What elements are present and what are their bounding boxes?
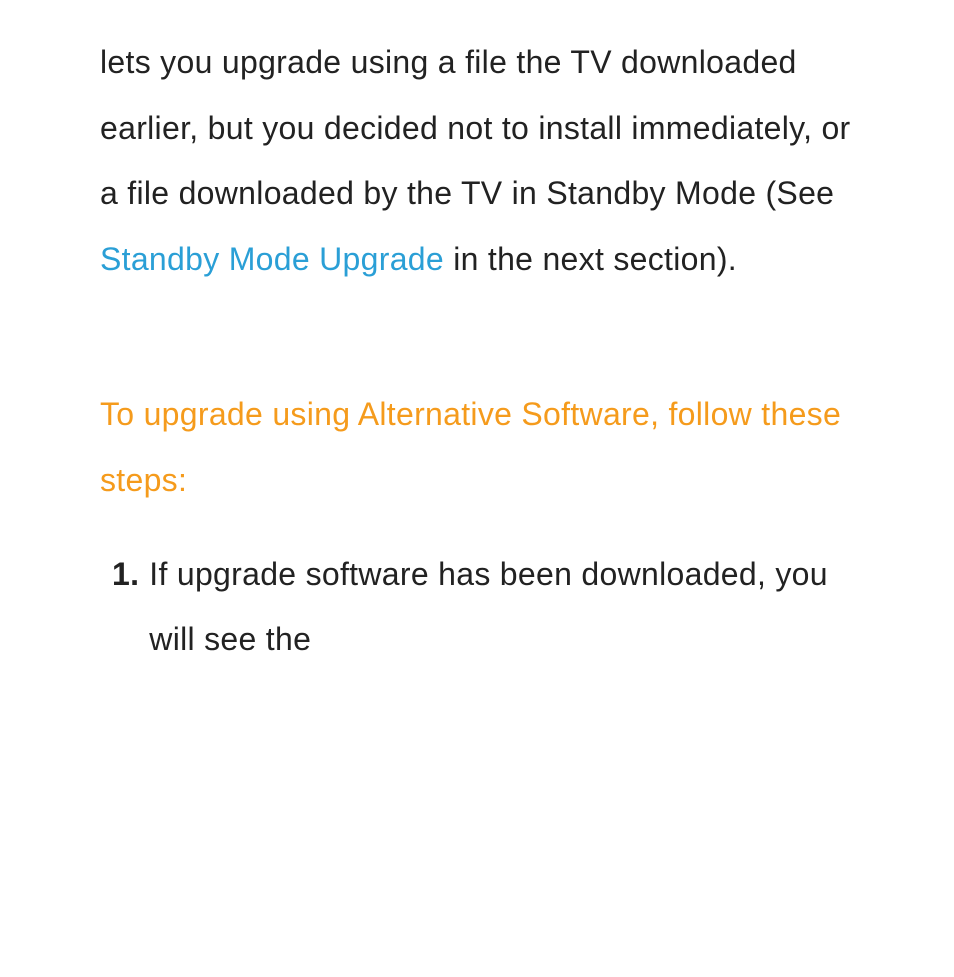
list-number-1: 1. (112, 542, 139, 673)
steps-list: 1. If upgrade software has been download… (100, 542, 854, 673)
list-item: 1. If upgrade software has been download… (112, 542, 854, 673)
standby-mode-upgrade-link[interactable]: Standby Mode Upgrade (100, 241, 444, 277)
intro-part2: in the next section). (444, 241, 737, 277)
intro-paragraph: lets you upgrade using a file the TV dow… (100, 30, 854, 292)
step-1-text: If upgrade software has been downloaded,… (149, 542, 854, 673)
intro-part1: lets you upgrade using a file the TV dow… (100, 44, 851, 211)
section-heading: To upgrade using Alternative Software, f… (100, 382, 854, 513)
